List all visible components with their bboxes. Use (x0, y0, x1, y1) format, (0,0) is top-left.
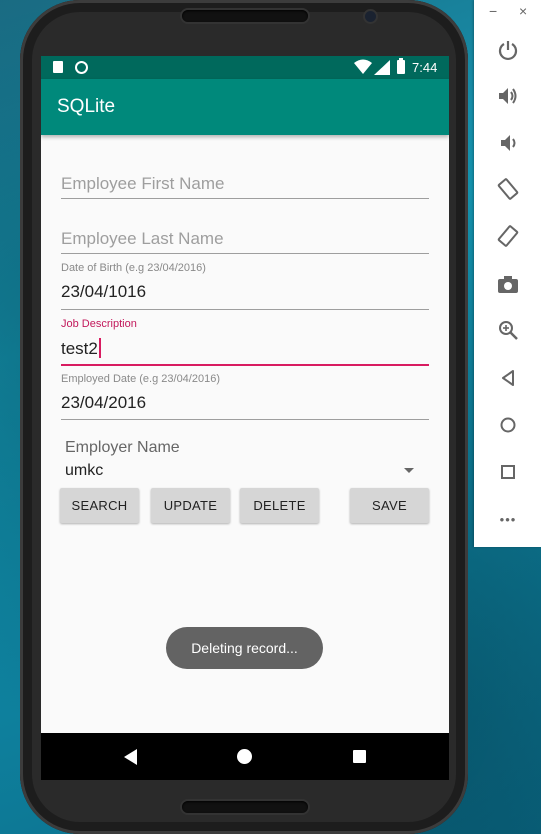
delete-button[interactable]: DELETE (240, 488, 319, 523)
first-name-field[interactable]: Employee First Name (61, 174, 429, 200)
employed-date-value: 23/04/2016 (61, 393, 147, 412)
search-button[interactable]: SEARCH (60, 488, 139, 523)
close-icon[interactable]: × (519, 3, 527, 19)
app-bar: SQLite (41, 79, 449, 135)
dob-label: Date of Birth (e.g 23/04/2016) (61, 262, 206, 274)
nav-home-icon[interactable] (237, 749, 252, 764)
job-description-value: test2 (61, 339, 98, 358)
text-cursor (98, 338, 101, 358)
employer-name-label: Employer Name (65, 439, 180, 456)
nav-recents-icon[interactable] (353, 750, 366, 763)
navigation-bar (41, 733, 449, 780)
signal-icon (374, 60, 390, 75)
camera-icon[interactable] (494, 270, 522, 298)
status-time: 7:44 (412, 60, 438, 75)
power-icon[interactable] (494, 36, 522, 64)
wifi-icon (354, 59, 372, 74)
home-icon[interactable] (494, 411, 522, 439)
employer-spinner[interactable]: umkc (61, 458, 429, 482)
zoom-icon[interactable] (494, 316, 522, 344)
employed-date-label: Employed Date (e.g 23/04/2016) (61, 373, 220, 385)
device-screen: 7:44 SQLite Employee First Name Employee… (41, 56, 449, 780)
volume-up-icon[interactable] (494, 82, 522, 110)
job-description-field[interactable]: Job Description test2 (61, 318, 429, 366)
rotate-right-icon[interactable] (494, 222, 522, 250)
app-title: SQLite (57, 96, 116, 117)
dob-value: 23/04/1016 (61, 282, 147, 301)
dob-field[interactable]: Date of Birth (e.g 23/04/2016) 23/04/101… (61, 262, 429, 310)
dropdown-arrow-icon (404, 468, 414, 473)
update-button[interactable]: UPDATE (151, 488, 230, 523)
volume-down-icon[interactable] (494, 129, 522, 157)
device-frame: 7:44 SQLite Employee First Name Employee… (20, 0, 468, 834)
minimize-icon[interactable]: − (489, 3, 497, 19)
employed-date-underline (61, 419, 429, 420)
last-name-field[interactable]: Employee Last Name (61, 229, 429, 255)
battery-icon (397, 58, 405, 74)
job-description-label: Job Description (61, 318, 137, 330)
back-icon[interactable] (494, 364, 522, 392)
employer-value: umkc (65, 462, 104, 479)
emulator-toolbar: − × ••• (474, 0, 541, 547)
bottom-speaker (182, 801, 308, 813)
last-name-underline (61, 253, 429, 254)
job-description-underline (61, 364, 429, 366)
sd-card-icon (53, 61, 63, 73)
toast-message: Deleting record... (166, 627, 323, 669)
rotate-left-icon[interactable] (494, 175, 522, 203)
front-camera (365, 11, 376, 22)
top-speaker (182, 10, 308, 22)
more-options-icon[interactable]: ••• (494, 505, 522, 533)
dob-underline (61, 309, 429, 310)
status-bar: 7:44 (41, 56, 449, 79)
save-button[interactable]: SAVE (350, 488, 429, 523)
sync-icon (75, 61, 88, 74)
nav-back-icon[interactable] (124, 749, 137, 765)
first-name-placeholder: Employee First Name (61, 174, 225, 193)
first-name-underline (61, 198, 429, 199)
employed-date-field[interactable]: Employed Date (e.g 23/04/2016) 23/04/201… (61, 373, 429, 421)
overview-icon[interactable] (494, 458, 522, 486)
last-name-placeholder: Employee Last Name (61, 229, 224, 248)
